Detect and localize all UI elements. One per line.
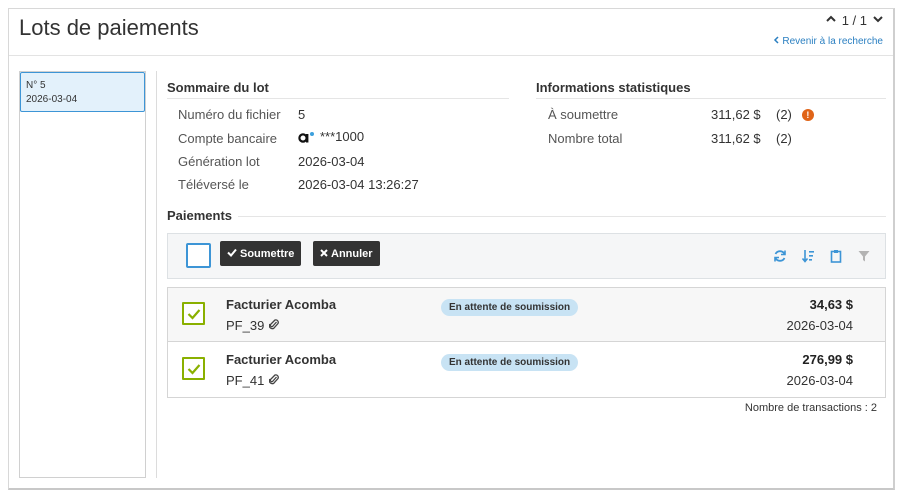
total-count: (2) bbox=[776, 131, 792, 146]
payments-toolbar: Soumettre Annuler bbox=[167, 233, 886, 279]
page-header: Lots de paiements 1 / 1 Revenir à la rec… bbox=[9, 9, 893, 56]
bank-account-number: ***1000 bbox=[320, 129, 365, 144]
to-submit-count: (2) ! bbox=[776, 107, 814, 122]
batch-date: 2026-03-04 bbox=[26, 94, 78, 105]
submit-button-label: Soumettre bbox=[240, 247, 295, 260]
payment-payee: Facturier Acomba bbox=[226, 352, 337, 367]
toolbar-icons bbox=[773, 249, 871, 263]
payment-amount: 34,63 $ bbox=[809, 297, 853, 312]
bank-account-value: ***1000 bbox=[298, 129, 364, 144]
batch-list-item[interactable]: N° 5 2026-03-04 bbox=[20, 72, 145, 112]
status-badge: En attente de soumission bbox=[441, 354, 579, 371]
payment-reference: PF_41 bbox=[226, 373, 280, 388]
file-number-value: 5 bbox=[298, 107, 306, 122]
payment-reference-text: PF_41 bbox=[226, 373, 265, 388]
to-submit-amount: 311,62 $ bbox=[711, 107, 761, 122]
to-submit-label: À soumettre bbox=[548, 107, 619, 122]
back-to-search-link[interactable]: Revenir à la recherche bbox=[773, 36, 883, 47]
payment-reference-text: PF_39 bbox=[226, 318, 265, 333]
cancel-button[interactable]: Annuler bbox=[313, 241, 380, 266]
list-item[interactable]: Facturier Acomba PF_41 En attente de sou… bbox=[168, 343, 885, 397]
generation-label: Génération lot bbox=[178, 154, 260, 169]
pager: 1 / 1 bbox=[825, 13, 883, 28]
back-link-label: Revenir à la recherche bbox=[782, 36, 883, 47]
chevron-down-icon[interactable] bbox=[873, 15, 883, 26]
panel-divider bbox=[156, 71, 157, 478]
bank-account-label: Compte bancaire bbox=[178, 131, 277, 146]
payment-date: 2026-03-04 bbox=[786, 318, 854, 333]
payments-title: Paiements bbox=[167, 208, 233, 223]
uploaded-label: Téléversé le bbox=[178, 177, 249, 192]
transaction-count: Nombre de transactions : 2 bbox=[744, 402, 877, 414]
warning-icon: ! bbox=[801, 108, 814, 121]
total-amount: 311,62 $ bbox=[711, 131, 761, 146]
payment-reference: PF_39 bbox=[226, 318, 280, 333]
sort-icon[interactable] bbox=[801, 249, 815, 263]
generation-value: 2026-03-04 bbox=[298, 154, 365, 169]
refresh-icon[interactable] bbox=[773, 249, 787, 263]
page-title: Lots de paiements bbox=[19, 15, 199, 40]
select-all-checkbox[interactable] bbox=[186, 243, 211, 268]
payments-divider bbox=[238, 216, 886, 217]
filter-icon[interactable] bbox=[857, 249, 871, 263]
stats-divider bbox=[536, 98, 886, 99]
payment-payee: Facturier Acomba bbox=[226, 297, 337, 312]
chevron-up-icon[interactable] bbox=[825, 15, 836, 26]
to-submit-count-text: (2) bbox=[776, 107, 792, 122]
total-label: Nombre total bbox=[548, 131, 623, 146]
check-icon bbox=[227, 248, 237, 260]
uploaded-value: 2026-03-04 13:26:27 bbox=[298, 177, 419, 192]
batch-number: N° 5 bbox=[26, 80, 46, 91]
times-icon bbox=[320, 248, 328, 260]
file-number-label: Numéro du fichier bbox=[178, 107, 281, 122]
list-item[interactable]: Facturier Acomba PF_39 En attente de sou… bbox=[168, 288, 885, 342]
batch-list-panel: N° 5 2026-03-04 bbox=[19, 71, 146, 478]
status-badge: En attente de soumission bbox=[441, 299, 579, 316]
pager-text: 1 / 1 bbox=[841, 13, 867, 28]
cancel-button-label: Annuler bbox=[331, 247, 373, 260]
paperclip-icon[interactable] bbox=[268, 318, 280, 333]
payment-checkbox[interactable] bbox=[182, 302, 205, 325]
paperclip-icon[interactable] bbox=[268, 373, 280, 388]
clipboard-icon[interactable] bbox=[829, 249, 843, 263]
summary-divider bbox=[167, 98, 509, 99]
submit-button[interactable]: Soumettre bbox=[220, 241, 302, 266]
bank-logo-icon bbox=[298, 131, 314, 143]
chevron-left-icon bbox=[773, 36, 779, 47]
payments-list: Facturier Acomba PF_39 En attente de sou… bbox=[167, 287, 886, 398]
payment-amount: 276,99 $ bbox=[802, 352, 853, 367]
stats-title: Informations statistiques bbox=[536, 80, 691, 95]
payment-checkbox[interactable] bbox=[182, 357, 205, 380]
payment-date: 2026-03-04 bbox=[786, 373, 854, 388]
main-frame: Lots de paiements 1 / 1 Revenir à la rec… bbox=[8, 8, 895, 490]
summary-title: Sommaire du lot bbox=[167, 80, 269, 95]
